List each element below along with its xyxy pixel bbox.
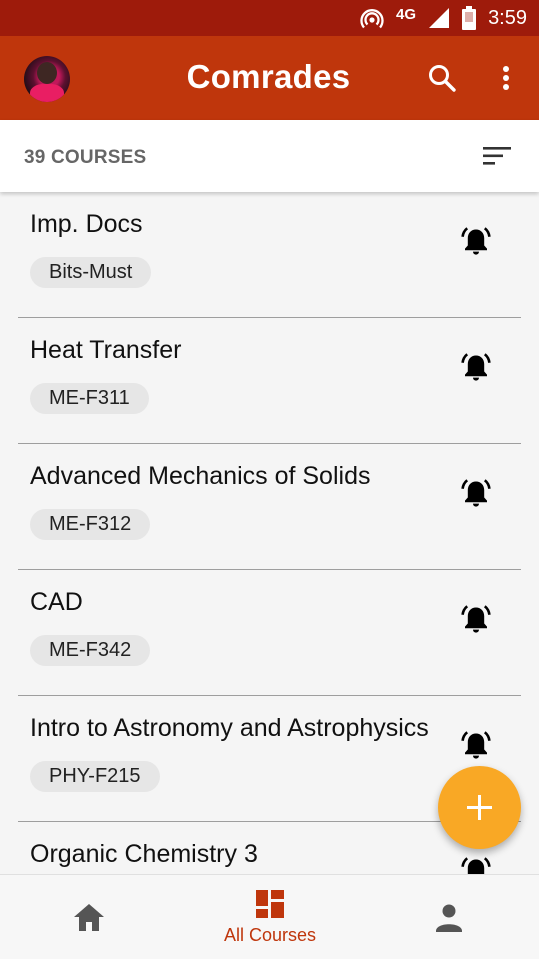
search-icon[interactable] bbox=[426, 62, 458, 94]
course-name: Organic Chemistry 3 bbox=[30, 840, 258, 868]
course-code-chip: PHY-F215 bbox=[30, 761, 160, 792]
course-name: Intro to Astronomy and Astrophysics bbox=[30, 714, 429, 742]
network-type-label: 4G bbox=[396, 5, 417, 23]
course-name: Advanced Mechanics of Solids bbox=[30, 462, 371, 490]
nav-all-courses-label: All Courses bbox=[223, 925, 317, 945]
bell-ring-icon[interactable] bbox=[460, 603, 492, 635]
sort-icon[interactable] bbox=[480, 144, 514, 168]
course-item[interactable]: Advanced Mechanics of Solids ME-F312 bbox=[18, 444, 521, 570]
bell-ring-icon[interactable] bbox=[460, 225, 492, 257]
add-course-button[interactable] bbox=[438, 766, 521, 849]
course-code-chip: ME-F312 bbox=[30, 509, 151, 540]
app-bar: Comrades bbox=[0, 36, 539, 120]
course-code-chip: ME-F311 bbox=[30, 383, 149, 414]
hotspot-icon bbox=[360, 9, 384, 29]
clock: 3:59 bbox=[488, 6, 527, 29]
bell-ring-icon[interactable] bbox=[460, 729, 492, 761]
bottom-navigation: All Courses bbox=[0, 874, 539, 959]
add-icon bbox=[467, 795, 492, 820]
courses-header: 39 COURSES bbox=[0, 120, 539, 192]
course-code-chip: Bits-Must bbox=[30, 257, 152, 288]
signal-icon bbox=[429, 8, 450, 28]
course-item[interactable]: Imp. Docs Bits-Must bbox=[18, 192, 521, 318]
course-count: 39 COURSES bbox=[24, 147, 147, 168]
course-name: Heat Transfer bbox=[30, 336, 182, 364]
course-item[interactable]: Heat Transfer ME-F311 bbox=[18, 318, 521, 444]
course-item[interactable]: CAD ME-F342 bbox=[18, 570, 521, 696]
bell-ring-icon[interactable] bbox=[460, 351, 492, 383]
home-icon[interactable] bbox=[70, 900, 108, 936]
course-name: CAD bbox=[30, 588, 83, 616]
bell-ring-icon[interactable] bbox=[460, 855, 492, 874]
page-title: Comrades bbox=[186, 58, 351, 95]
status-bar: 4G 3:59 bbox=[0, 0, 539, 36]
nav-all-courses[interactable]: All Courses bbox=[200, 889, 340, 955]
battery-icon bbox=[462, 6, 477, 30]
person-icon[interactable] bbox=[430, 900, 468, 936]
course-name: Imp. Docs bbox=[30, 210, 143, 238]
bell-ring-icon[interactable] bbox=[460, 477, 492, 509]
course-code-chip: ME-F342 bbox=[30, 635, 151, 666]
dashboard-icon bbox=[256, 890, 284, 918]
more-vert-icon[interactable] bbox=[494, 62, 518, 94]
